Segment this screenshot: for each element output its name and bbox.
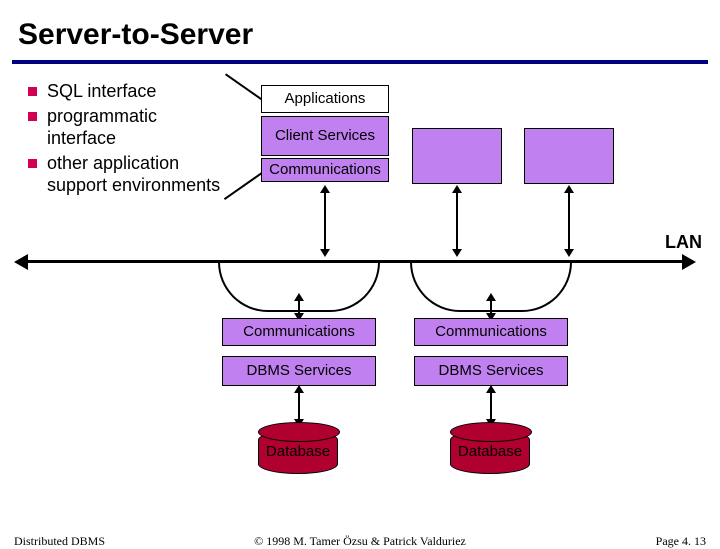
bullet-text: SQL interface (47, 80, 156, 103)
list-item: other application support environments (28, 152, 228, 197)
box-label: Communications (435, 323, 547, 340)
database-label: Database (450, 443, 530, 460)
box-label: DBMS Services (438, 362, 543, 379)
box-label: DBMS Services (246, 362, 351, 379)
list-item: SQL interface (28, 80, 228, 103)
placeholder-box (524, 128, 614, 184)
slide-title: Server-to-Server (18, 18, 253, 52)
footer-center: © 1998 M. Tamer Özsu & Patrick Valduriez (0, 534, 720, 549)
box-label: Applications (285, 90, 366, 107)
applications-box: Applications (261, 85, 389, 113)
double-arrow-vertical (568, 192, 570, 250)
lan-label: LAN (665, 232, 702, 253)
client-communications-box: Communications (261, 158, 389, 182)
database-label: Database (258, 443, 338, 460)
bullet-text: programmatic interface (47, 105, 228, 150)
box-label: Communications (269, 161, 381, 178)
bullet-square-icon (28, 112, 37, 121)
double-arrow-vertical (298, 392, 300, 420)
dbms-services-box: DBMS Services (222, 356, 376, 386)
bullet-list: SQL interface programmatic interface oth… (28, 80, 228, 199)
callout-line (225, 73, 264, 101)
bullet-square-icon (28, 159, 37, 168)
double-arrow-vertical (456, 192, 458, 250)
arrow-right-icon (682, 254, 696, 270)
double-arrow-vertical (324, 192, 326, 250)
placeholder-box (412, 128, 502, 184)
server-communications-box: Communications (222, 318, 376, 346)
double-arrow-vertical (490, 300, 492, 314)
box-label: Communications (243, 323, 355, 340)
box-label: Client Services (275, 127, 375, 144)
dbms-services-box: DBMS Services (414, 356, 568, 386)
list-item: programmatic interface (28, 105, 228, 150)
arrow-left-icon (14, 254, 28, 270)
client-services-box: Client Services (261, 116, 389, 156)
bullet-text: other application support environments (47, 152, 228, 197)
footer-right: Page 4. 13 (656, 534, 706, 549)
bullet-square-icon (28, 87, 37, 96)
server-communications-box: Communications (414, 318, 568, 346)
double-arrow-vertical (298, 300, 300, 314)
double-arrow-vertical (490, 392, 492, 420)
title-underline (12, 60, 708, 64)
